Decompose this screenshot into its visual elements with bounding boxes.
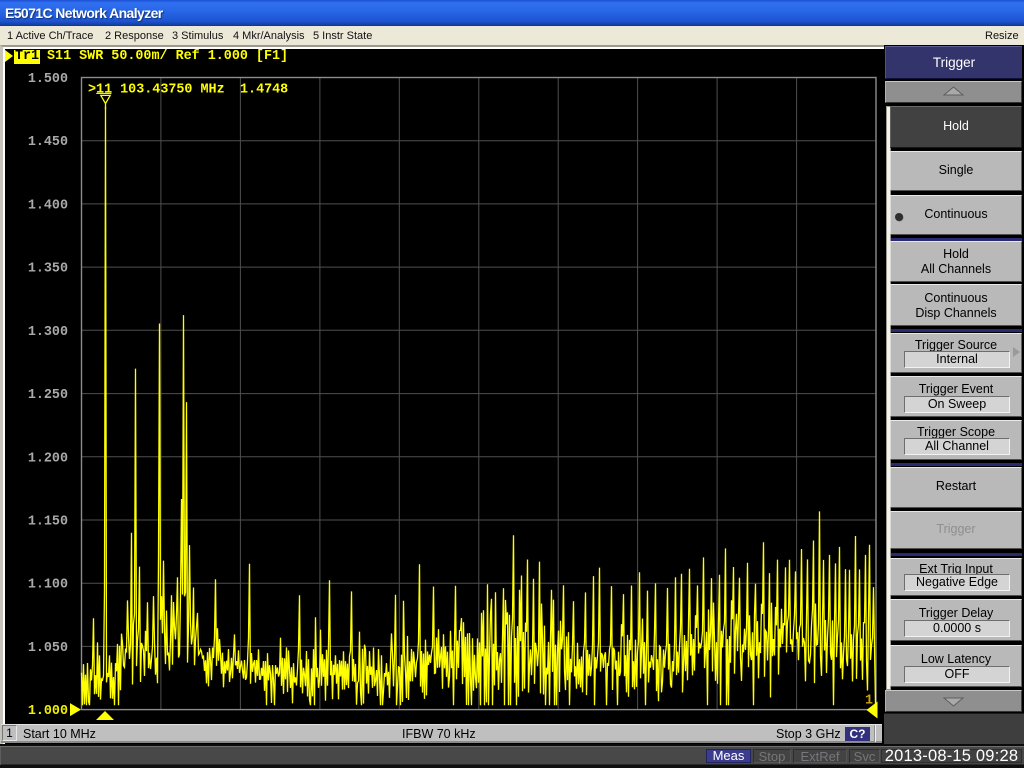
svg-text:1.500: 1.500 [28,72,68,87]
svg-text:1.400: 1.400 [28,198,68,213]
svg-text:1.000: 1.000 [28,704,68,719]
svg-text:1.200: 1.200 [28,451,68,466]
svg-text:1.4748: 1.4748 [240,83,288,98]
svg-text:1.350: 1.350 [28,262,68,277]
svg-text:1.050: 1.050 [28,641,68,656]
svg-text:1.300: 1.300 [28,325,68,340]
svg-text:1.150: 1.150 [28,515,68,530]
svg-text:1.450: 1.450 [28,135,68,150]
svg-text:1.250: 1.250 [28,388,68,403]
svg-text:1.100: 1.100 [28,578,68,593]
